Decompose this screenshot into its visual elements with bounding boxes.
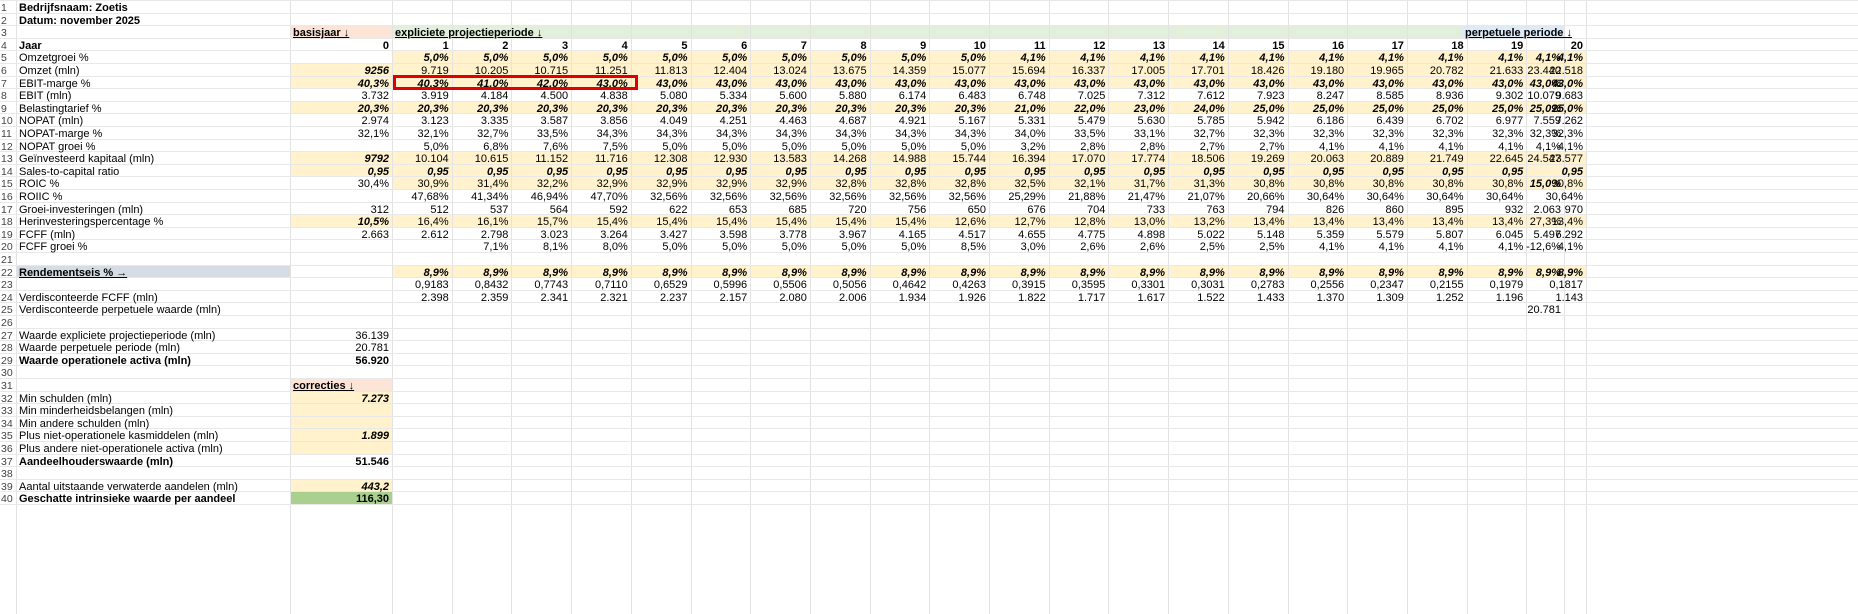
projection-value[interactable]: 3,0% xyxy=(989,240,1049,255)
discounted-fcff-value[interactable]: 1.252 xyxy=(1407,291,1467,306)
discounted-fcff-value[interactable]: 1.522 xyxy=(1168,291,1228,306)
discounted-fcff-value[interactable]: 2.359 xyxy=(452,291,512,306)
projection-value[interactable]: 8,1% xyxy=(511,240,571,255)
discounted-perpetual-value[interactable]: 20.781 xyxy=(1462,303,1564,318)
projection-value[interactable]: 8,0% xyxy=(571,240,631,255)
discounted-fcff-value[interactable]: 2.398 xyxy=(392,291,452,306)
spreadsheet-grid[interactable]: 1 2 3 4 5 6 7 8 9 10 11 12 13 14 15 16 17 18 19 20 21 22 23 24 2… xyxy=(0,0,1858,614)
equity-label[interactable]: Aandeelhouderswaarde (mln) xyxy=(16,455,290,470)
row-label[interactable]: FCFF groei % xyxy=(16,240,290,255)
highlight-box xyxy=(393,74,638,91)
discounted-fcff-value[interactable]: 2.157 xyxy=(691,291,751,306)
gridline-vertical xyxy=(1586,0,1587,614)
projection-value[interactable]: 8,5% xyxy=(929,240,989,255)
intrinsic-label[interactable]: Geschatte intrinsieke waarde per aandeel xyxy=(16,492,290,507)
rendementseis-label[interactable]: Rendementseis % → xyxy=(16,266,290,281)
projection-value[interactable]: 2,5% xyxy=(1168,240,1228,255)
projection-value[interactable]: 7,1% xyxy=(452,240,512,255)
discounted-fcff-value[interactable]: 1.617 xyxy=(1108,291,1168,306)
discounted-fcff-value[interactable]: 1.433 xyxy=(1228,291,1288,306)
projection-value[interactable]: 5,0% xyxy=(810,240,870,255)
projection-value[interactable]: 4,1% xyxy=(1407,240,1467,255)
projection-value[interactable]: 2,6% xyxy=(1108,240,1168,255)
discounted-fcff-value[interactable]: 2.237 xyxy=(631,291,691,306)
projection-value[interactable]: 4,1% xyxy=(1347,240,1407,255)
discounted-perpetual-label[interactable]: Verdisconteerde perpetuele waarde (mln) xyxy=(16,303,290,318)
gridline-horizontal xyxy=(0,378,1858,379)
projection-value[interactable]: 4,1% xyxy=(1288,240,1348,255)
discounted-fcff-value[interactable]: 1.822 xyxy=(989,291,1049,306)
discounted-fcff-value[interactable]: 2.006 xyxy=(810,291,870,306)
projection-value[interactable]: 5,0% xyxy=(870,240,930,255)
discounted-fcff-value[interactable]: 2.321 xyxy=(571,291,631,306)
discounted-fcff-value[interactable]: 1.717 xyxy=(1049,291,1109,306)
discounted-fcff-value[interactable]: 1.934 xyxy=(870,291,930,306)
intrinsic-value[interactable]: 116,30 xyxy=(290,492,392,507)
projection-value[interactable]: 5,0% xyxy=(750,240,810,255)
discounted-fcff-value[interactable]: 2.341 xyxy=(511,291,571,306)
projection-value[interactable]: 5,0% xyxy=(691,240,751,255)
projection-value[interactable] xyxy=(392,240,452,255)
projection-value[interactable]: 5,0% xyxy=(631,240,691,255)
projection-value[interactable]: 2,6% xyxy=(1049,240,1109,255)
projection-value[interactable]: 2,5% xyxy=(1228,240,1288,255)
discounted-fcff-value[interactable]: 1.370 xyxy=(1288,291,1348,306)
valuation-value[interactable]: 56.920 xyxy=(290,354,392,369)
valuation-label[interactable]: Waarde operationele activa (mln) xyxy=(16,354,290,369)
row-number[interactable]: 40 xyxy=(0,492,16,507)
discounted-fcff-value[interactable]: 2.080 xyxy=(750,291,810,306)
base-value[interactable] xyxy=(290,240,392,255)
discounted-fcff-value[interactable]: 1.926 xyxy=(929,291,989,306)
discounted-fcff-value[interactable]: 1.309 xyxy=(1347,291,1407,306)
perpetual-value[interactable]: -12,6% xyxy=(1462,240,1564,255)
equity-value[interactable]: 51.546 xyxy=(290,455,392,470)
